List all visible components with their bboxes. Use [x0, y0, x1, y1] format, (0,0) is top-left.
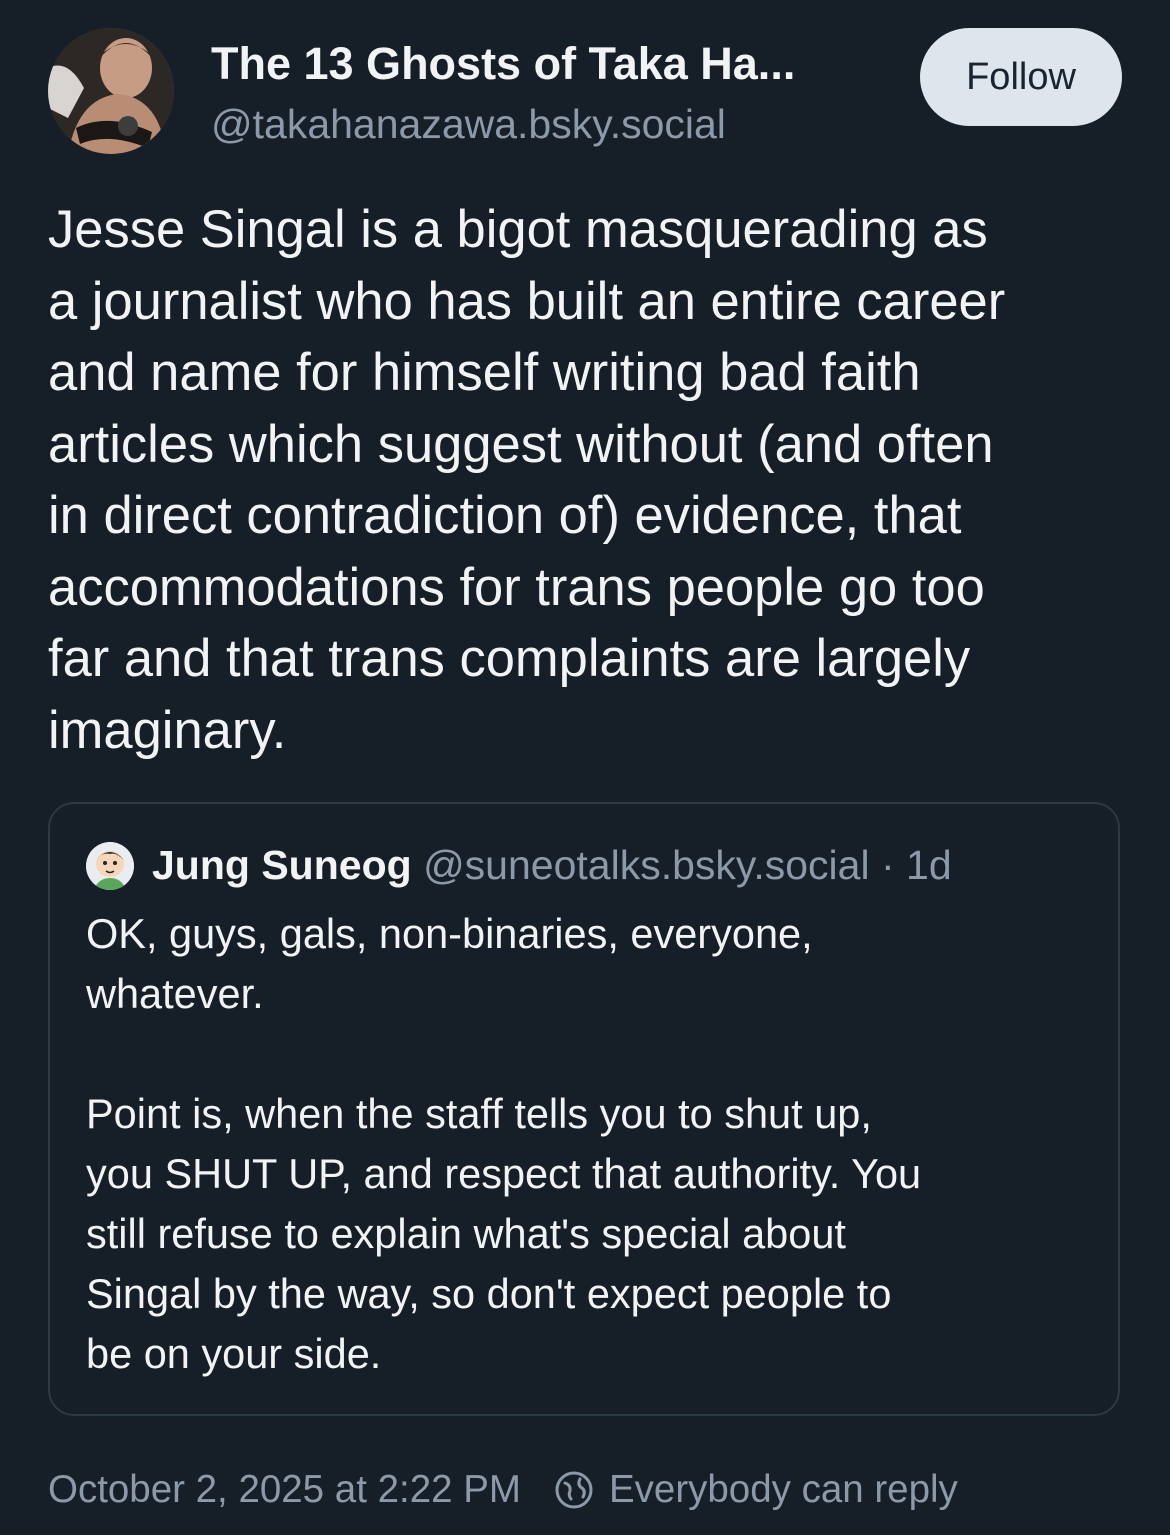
reply-setting: Everybody can reply: [553, 1462, 958, 1518]
globe-icon: [555, 1471, 593, 1509]
post-thread-item: The 13 Ghosts of Taka Ha... @takahanazaw…: [0, 0, 1170, 1535]
post-timestamp: October 2, 2025 at 2:22 PM: [48, 1468, 521, 1511]
author-avatar[interactable]: [48, 28, 174, 154]
cartoon-avatar-icon: [86, 842, 134, 890]
author-display-name[interactable]: The 13 Ghosts of Taka Ha...: [211, 36, 795, 92]
quote-author-handle: @suneotalks.bsky.social: [423, 842, 870, 888]
quote-author-avatar: [86, 842, 134, 890]
post-text: Jesse Singal is a bigot masquerading as …: [48, 200, 1006, 760]
reply-setting-label: Everybody can reply: [608, 1468, 958, 1511]
quote-timestamp: 1d: [906, 842, 952, 888]
quote-text: OK, guys, gals, non-binaries, everyone, …: [86, 910, 922, 1377]
profile-photo-icon: [48, 28, 174, 154]
post-footer: October 2, 2025 at 2:22 PM Everybody can…: [48, 1462, 958, 1518]
quote-author-name: Jung Suneog: [152, 842, 412, 888]
quote-separator: ·: [880, 842, 895, 888]
quote-meta: Jung Suneog @suneotalks.bsky.social · 1d: [152, 838, 952, 892]
author-handle[interactable]: @takahanazawa.bsky.social: [211, 98, 726, 150]
quote-post-card[interactable]: Jung Suneog @suneotalks.bsky.social · 1d…: [48, 802, 1120, 1416]
follow-button[interactable]: Follow: [920, 28, 1122, 126]
